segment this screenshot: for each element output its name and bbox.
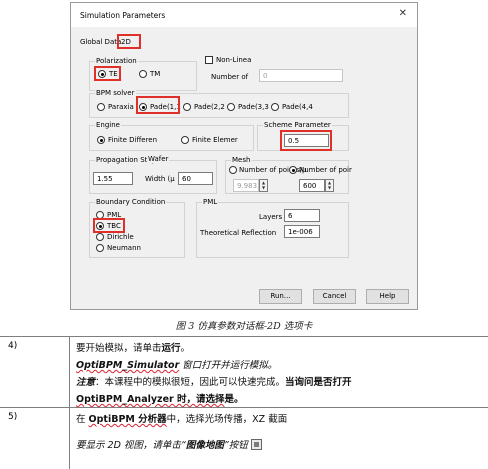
step4-line3: 注意：本课程中的模拟很短，因此可以快速完成。当询问是否打开 [76, 374, 352, 388]
step5-line1-text: 在 [76, 414, 89, 425]
propagation-step-field[interactable]: 1.55 [93, 172, 133, 185]
scheme-parameter-legend: Scheme Parameter [263, 121, 332, 130]
step4-line4: OptiBPM_Analyzer 时，请选择是。 [76, 391, 244, 405]
solver-pade33-radio[interactable] [227, 103, 235, 111]
step-number-4: 4) [8, 341, 18, 351]
solver-paraxial-radio[interactable] [97, 103, 105, 111]
close-icon[interactable]: ✕ [399, 8, 407, 19]
wafer-width-field[interactable]: 60 [178, 172, 213, 185]
solver-pade11-label: Pade(1,1 [150, 103, 181, 111]
step4-run-keyword: 运行 [161, 343, 181, 354]
nonlinear-number-field[interactable]: 0 [259, 69, 343, 82]
scheme-parameter-field[interactable]: 0.5 [284, 134, 329, 147]
pml-reflection-label: Theoretical Reflection [200, 229, 277, 237]
mesh-number-points-radio[interactable] [289, 166, 297, 174]
engine-fe-label: Finite Elemer [192, 136, 238, 144]
boundary-tbc-radio[interactable] [96, 222, 104, 230]
step4-line4-end: 。 [234, 394, 244, 405]
step-number-5: 5) [8, 412, 18, 422]
table-column-divider [69, 336, 70, 469]
mesh-points-per-um-field[interactable]: 9.9833 [233, 179, 259, 192]
step5-line1-end: 中，选择光场传播，XZ 截面 [166, 414, 288, 425]
mesh-number-points-field[interactable]: 600 [299, 179, 325, 192]
solver-pade44-label: Pade(4,4 [282, 103, 313, 111]
boundary-pml-radio[interactable] [96, 211, 104, 219]
boundary-dirichlet-label: Dirichle [107, 233, 134, 241]
solver-pade22-radio[interactable] [183, 103, 191, 111]
figure-caption: 图 3 仿真参数对话框-2D 选项卡 [175, 321, 313, 332]
wafer-legend: Wafer [147, 155, 170, 163]
solver-pade33-label: Pade(3,3 [238, 103, 269, 111]
spin-down-icon[interactable]: ▼ [328, 185, 331, 190]
pml-layers-field[interactable]: 6 [284, 209, 320, 222]
step4-note-text: ：本课程中的模拟很短，因此可以快速完成。 [95, 377, 286, 388]
table-row-divider [0, 407, 488, 408]
step4-line1: 要开始模拟，请单击运行。 [76, 340, 190, 354]
step4-line1-text: 要开始模拟，请单击 [76, 343, 162, 354]
spin-down-icon[interactable]: ▼ [262, 185, 265, 190]
boundary-condition-legend: Boundary Condition [95, 198, 167, 207]
mesh-points-spinner[interactable]: ▲ ▼ [259, 179, 268, 192]
engine-fe-radio[interactable] [181, 136, 189, 144]
boundary-neumann-label: Neumann [107, 244, 141, 252]
tm-radio[interactable] [139, 70, 147, 78]
bpm-solver-legend: BPM solver [95, 89, 136, 98]
boundary-neumann-radio[interactable] [96, 244, 104, 252]
global-data-tab-2d[interactable]: 2D [121, 38, 131, 46]
simulation-parameters-dialog: Simulation Parameters ✕ Global Data 2D P… [70, 2, 418, 310]
pml-legend: PML [202, 198, 219, 207]
step5-image-map-keyword: 图像地图 [185, 440, 224, 451]
step4-yes-keyword: 是 [224, 394, 235, 405]
te-radio[interactable] [98, 70, 106, 78]
mesh-number-points-label: Number of poir [299, 166, 352, 174]
cancel-button[interactable]: Cancel [313, 289, 356, 304]
te-label: TE [109, 70, 118, 78]
global-data-label: Global Data [80, 38, 122, 46]
nonlinear-label: Non-Linea [216, 56, 252, 64]
boundary-tbc-label: TBC [107, 222, 121, 230]
engine-fd-label: Finite Differen [108, 136, 158, 144]
boundary-pml-label: PML [107, 211, 122, 219]
step4-line1-end: 。 [180, 343, 191, 354]
step4-note-keyword: 注意 [76, 377, 96, 388]
solver-pade44-radio[interactable] [271, 103, 279, 111]
step4-analyzer-text: OptiBPM_Analyzer 时，请选择 [76, 394, 225, 405]
dialog-title: Simulation Parameters [80, 11, 166, 20]
table-top-border [0, 336, 488, 337]
solver-pade22-label: Pade(2,2 [194, 103, 225, 111]
step4-note-bold: 当询问是否打开 [285, 377, 352, 388]
nonlinear-number-label: Number of [211, 73, 249, 81]
step5-line2: 要显示 2D 视图，请单击“图像地图”按钮 [76, 437, 262, 451]
mesh-points-per-um-radio[interactable] [229, 166, 237, 174]
step5-analyzer-keyword: OptiBPM 分析器 [88, 414, 167, 425]
step5-line1: 在 OptiBPM 分析器中，选择光场传播，XZ 截面 [76, 411, 287, 425]
mesh-legend: Mesh [231, 156, 252, 165]
boundary-dirichlet-radio[interactable] [96, 233, 104, 241]
step4-line2: OptiBPM_Simulator 窗口打开并运行模拟。 [76, 357, 277, 371]
nonlinear-checkbox[interactable] [205, 56, 213, 64]
tm-label: TM [150, 70, 161, 78]
solver-pade11-radio[interactable] [139, 103, 147, 111]
image-map-icon [250, 439, 262, 450]
polarization-legend: Polarization [95, 57, 138, 66]
wafer-width-label: Width (µ [145, 175, 175, 183]
step4-line2-text: 窗口打开并运行模拟。 [179, 360, 278, 371]
step4-simulator-name: OptiBPM_Simulator [76, 360, 180, 371]
help-button[interactable]: Help [366, 289, 409, 304]
mesh-number-spinner[interactable]: ▲ ▼ [325, 179, 334, 192]
run-button[interactable]: Run... [259, 289, 302, 304]
dialog-titlebar: Simulation Parameters ✕ [71, 3, 417, 27]
step5-line2-end: ”按钮 [223, 440, 248, 451]
engine-fd-radio[interactable] [97, 136, 105, 144]
step5-line2-text: 要显示 2D 视图，请单击“ [76, 440, 186, 451]
pml-layers-label: Layers [259, 213, 283, 221]
solver-paraxial-label: Paraxia [108, 103, 134, 111]
pml-reflection-field[interactable]: 1e-006 [284, 225, 320, 238]
engine-legend: Engine [95, 121, 121, 130]
